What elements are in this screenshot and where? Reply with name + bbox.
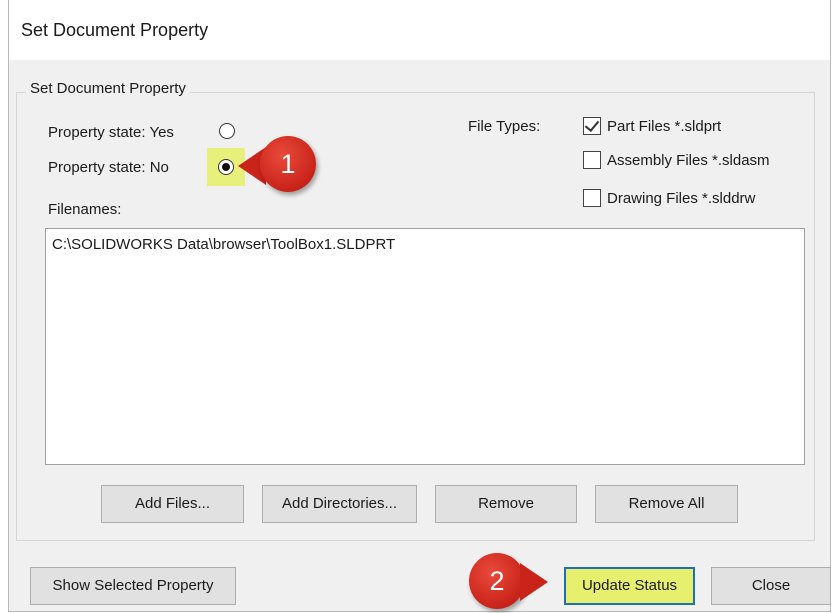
assembly-files-label: Assembly Files *.sldasm	[607, 152, 770, 169]
close-button[interactable]: Close	[711, 567, 831, 605]
file-types-label: File Types:	[468, 118, 541, 135]
add-files-button[interactable]: Add Files...	[101, 485, 244, 523]
remove-button[interactable]: Remove	[435, 485, 577, 523]
callout-1-badge: 1	[260, 136, 316, 192]
property-no-radio[interactable]	[218, 159, 234, 175]
groupbox-legend: Set Document Property	[26, 80, 190, 97]
property-no-label: Property state: No	[48, 159, 169, 176]
window-title: Set Document Property	[21, 20, 209, 40]
property-yes-label: Property state: Yes	[48, 124, 174, 141]
add-directories-button[interactable]: Add Directories...	[262, 485, 417, 523]
filenames-label: Filenames:	[48, 201, 122, 218]
background-edge	[0, 0, 8, 613]
drawing-files-label: Drawing Files *.slddrw	[607, 190, 756, 207]
list-item[interactable]: C:\SOLIDWORKS Data\browser\ToolBox1.SLDP…	[52, 236, 395, 253]
part-files-label: Part Files *.sldprt	[607, 118, 722, 135]
callout-2-badge: 2	[469, 553, 525, 609]
remove-all-button[interactable]: Remove All	[595, 485, 738, 523]
filenames-listbox[interactable]: C:\SOLIDWORKS Data\browser\ToolBox1.SLDP…	[45, 228, 805, 465]
show-selected-property-button[interactable]: Show Selected Property	[30, 567, 236, 605]
drawing-files-checkbox[interactable]	[583, 189, 601, 207]
property-yes-radio[interactable]	[219, 123, 235, 139]
update-status-button[interactable]: Update Status	[564, 567, 695, 605]
assembly-files-checkbox[interactable]	[583, 151, 601, 169]
radio-selected-dot	[222, 163, 230, 171]
title-bar: Set Document Property	[9, 0, 830, 60]
callout-2-pointer	[520, 563, 548, 601]
checkmark-icon	[584, 116, 600, 133]
part-files-checkbox[interactable]	[583, 116, 601, 135]
